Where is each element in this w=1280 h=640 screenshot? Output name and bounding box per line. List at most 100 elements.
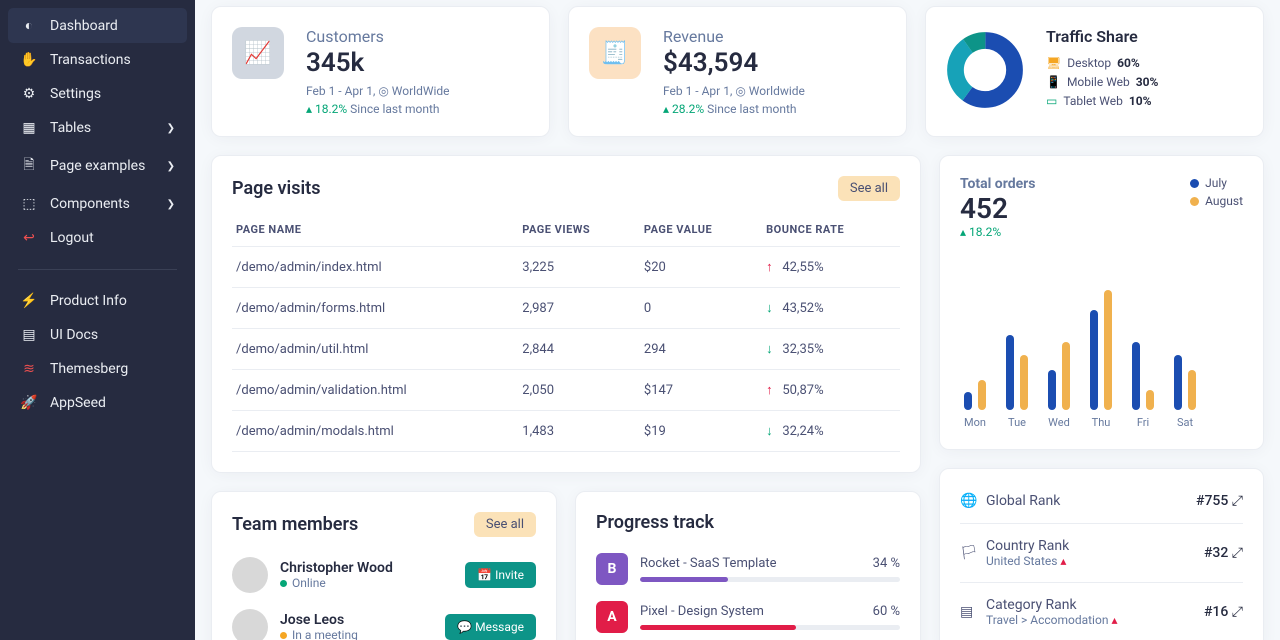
settings-icon: ⚙ bbox=[20, 86, 38, 102]
nav-page-examples[interactable]: 🗎Page examples❯ bbox=[8, 145, 187, 187]
see-all-button[interactable]: See all bbox=[838, 176, 900, 201]
donut-chart bbox=[946, 31, 1024, 109]
nav-label: Tables bbox=[50, 120, 91, 136]
tables-icon: ▦ bbox=[20, 120, 38, 136]
themesberg-icon: ≋ bbox=[20, 361, 38, 377]
nav-label: Product Info bbox=[50, 293, 127, 309]
nav-appseed[interactable]: 🚀 AppSeed bbox=[8, 386, 187, 420]
nav-label: Dashboard bbox=[50, 18, 118, 34]
member-action-button[interactable]: 💬 Message bbox=[445, 614, 536, 640]
avatar bbox=[232, 609, 268, 640]
th-bounce-rate: BOUNCE RATE bbox=[762, 213, 900, 247]
logout-icon: ↩ bbox=[20, 230, 38, 246]
stat-value: 345k bbox=[306, 48, 450, 78]
nav-label: Page examples bbox=[50, 158, 145, 174]
th-page-value: PAGE VALUE bbox=[640, 213, 762, 247]
nav-label: Themesberg bbox=[50, 361, 128, 377]
member-action-button[interactable]: 📅 Invite bbox=[465, 562, 536, 588]
nav-label: Transactions bbox=[50, 52, 131, 68]
page-visits-table: PAGE NAME PAGE VIEWS PAGE VALUE BOUNCE R… bbox=[232, 213, 900, 452]
table-row: /demo/admin/validation.html2,050$147↑ 50… bbox=[232, 370, 900, 411]
main: 📈 Customers 345k Feb 1 - Apr 1, ◎ WorldW… bbox=[195, 0, 1280, 640]
legend-dot bbox=[1190, 197, 1199, 206]
ranks-card: 🌐Global Rank#755 ⤢🏳Country RankUnited St… bbox=[939, 468, 1264, 640]
revenue-card: 🧾 Revenue $43,594 Feb 1 - Apr 1, ◎ World… bbox=[568, 6, 907, 137]
stat-change: ▴ 18.2% Since last month bbox=[306, 102, 450, 116]
cash-register-icon: 🧾 bbox=[589, 27, 641, 79]
sidebar: ◐ Dashboard ✋ Transactions ⚙ Settings ▦ Tabl… bbox=[0, 0, 195, 640]
stat-sub: Feb 1 - Apr 1, ◎ Worldwide bbox=[663, 84, 805, 98]
nav-logout[interactable]: ↩ Logout bbox=[8, 221, 187, 255]
dashboard-icon: ◐ bbox=[20, 17, 38, 34]
customers-card: 📈 Customers 345k Feb 1 - Apr 1, ◎ WorldW… bbox=[211, 6, 550, 137]
orders-card: Total orders 452 ▴ 18.2% July August Mon… bbox=[939, 155, 1264, 450]
orders-title: Total orders bbox=[960, 176, 1035, 192]
desktop-icon: 🖥 bbox=[1046, 56, 1061, 70]
page-visits-card: Page visits See all PAGE NAME PAGE VIEWS… bbox=[211, 155, 921, 473]
nav-transactions[interactable]: ✋ Transactions bbox=[8, 43, 187, 77]
rank-icon: 🌐 bbox=[960, 493, 986, 509]
nav-components[interactable]: ⬚ Components ❯ bbox=[8, 187, 187, 221]
progress-row: BRocket - SaaS Template34 % bbox=[596, 545, 900, 593]
stat-title: Customers bbox=[306, 27, 450, 46]
chevron-right-icon: ❯ bbox=[167, 123, 175, 134]
page-icon: 🗎 bbox=[20, 154, 38, 178]
transactions-icon: ✋ bbox=[20, 52, 38, 68]
nav-ui-docs[interactable]: ▤ UI Docs bbox=[8, 318, 187, 352]
team-member: Christopher WoodOnline📅 Invite bbox=[232, 549, 536, 601]
orders-value: 452 bbox=[960, 192, 1035, 225]
globe-icon: ◎ bbox=[378, 84, 388, 98]
nav-label: AppSeed bbox=[50, 395, 106, 411]
nav-tables[interactable]: ▦ Tables ❯ bbox=[8, 111, 187, 145]
team-members-card: Team members See all Christopher WoodOnl… bbox=[211, 491, 557, 640]
divider bbox=[18, 269, 177, 270]
th-page-name: PAGE NAME bbox=[232, 213, 518, 247]
mobile-icon: 📱 bbox=[1046, 75, 1061, 89]
traffic-mobile: 📱Mobile Web 30% bbox=[1046, 75, 1158, 89]
nav-label: Settings bbox=[50, 86, 101, 102]
rocket-icon: 🚀 bbox=[20, 395, 38, 411]
orders-barchart: MonTueWedThuFriSat bbox=[960, 267, 1243, 429]
nav-label: Logout bbox=[50, 230, 94, 246]
team-member: Jose LeosIn a meeting💬 Message bbox=[232, 601, 536, 640]
orders-pct: ▴ 18.2% bbox=[960, 225, 1035, 239]
avatar bbox=[232, 557, 268, 593]
rank-row[interactable]: 🌐Global Rank#755 ⤢ bbox=[960, 479, 1243, 524]
rank-icon: 🏳 bbox=[960, 545, 986, 561]
globe-icon: ◎ bbox=[735, 84, 745, 98]
nav-dashboard[interactable]: ◐ Dashboard bbox=[8, 8, 187, 43]
traffic-desktop: 🖥Desktop 60% bbox=[1046, 56, 1158, 70]
chevron-right-icon: ❯ bbox=[167, 199, 175, 210]
stat-value: $43,594 bbox=[663, 48, 805, 78]
stat-change: ▴ 28.2% Since last month bbox=[663, 102, 805, 116]
page-visits-title: Page visits bbox=[232, 178, 320, 199]
table-row: /demo/admin/forms.html2,9870↓ 43,52% bbox=[232, 288, 900, 329]
tablet-icon: ▭ bbox=[1046, 94, 1057, 108]
legend-dot bbox=[1190, 179, 1199, 188]
stat-sub: Feb 1 - Apr 1, ◎ WorldWide bbox=[306, 84, 450, 98]
nav-settings[interactable]: ⚙ Settings bbox=[8, 77, 187, 111]
table-row: /demo/admin/index.html3,225$20↑ 42,55% bbox=[232, 247, 900, 288]
progress-icon: A bbox=[596, 601, 628, 633]
progress-row: APixel - Design System60 % bbox=[596, 593, 900, 640]
components-icon: ⬚ bbox=[20, 196, 38, 212]
team-title: Team members bbox=[232, 514, 358, 535]
traffic-card: Traffic Share 🖥Desktop 60% 📱Mobile Web 3… bbox=[925, 6, 1264, 137]
table-row: /demo/admin/util.html2,844294↓ 32,35% bbox=[232, 329, 900, 370]
docs-icon: ▤ bbox=[20, 327, 38, 343]
progress-title: Progress track bbox=[596, 512, 900, 533]
nav-label: Components bbox=[50, 196, 130, 212]
stat-title: Revenue bbox=[663, 27, 805, 46]
nav-product-info[interactable]: ⚡ Product Info bbox=[8, 284, 187, 318]
rank-row[interactable]: 🏳Country RankUnited States ▴#32 ⤢ bbox=[960, 524, 1243, 583]
bolt-icon: ⚡ bbox=[20, 293, 38, 309]
nav-themesberg[interactable]: ≋ Themesberg bbox=[8, 352, 187, 386]
traffic-tablet: ▭Tablet Web 10% bbox=[1046, 94, 1158, 108]
table-row: /demo/admin/modals.html1,483$19↓ 32,24% bbox=[232, 411, 900, 452]
see-all-button[interactable]: See all bbox=[474, 512, 536, 537]
th-page-views: PAGE VIEWS bbox=[518, 213, 640, 247]
rank-row[interactable]: ▤Category RankTravel > Accomodation ▴#16… bbox=[960, 583, 1243, 640]
rank-icon: ▤ bbox=[960, 604, 986, 620]
nav-label: UI Docs bbox=[50, 327, 98, 343]
traffic-title: Traffic Share bbox=[1046, 27, 1158, 46]
